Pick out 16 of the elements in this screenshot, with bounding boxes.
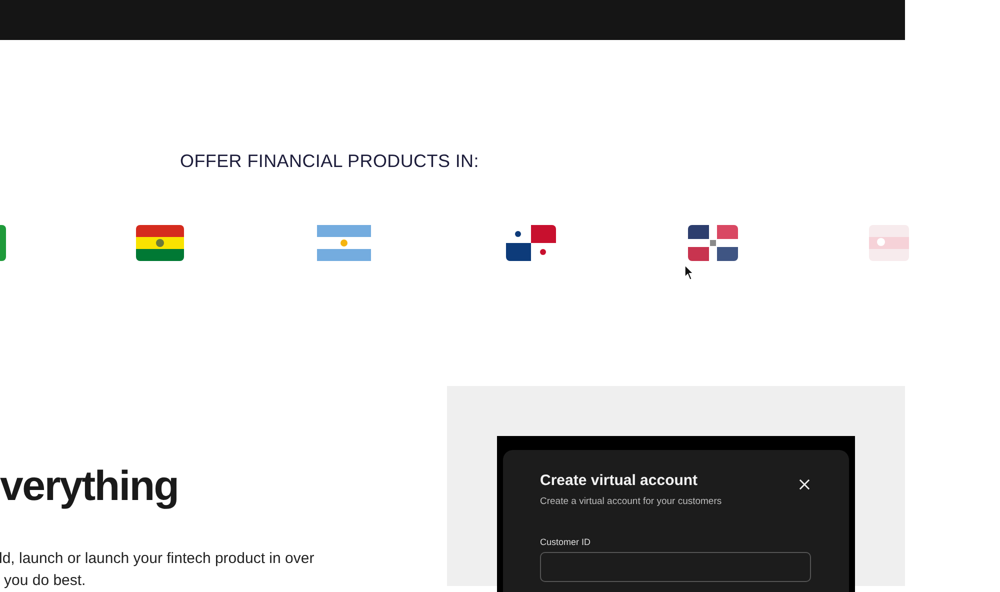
hero-heading: verything (0, 462, 180, 510)
flag-icon (869, 225, 909, 261)
close-icon[interactable] (799, 479, 810, 490)
hero-text: ld, launch or launch your fintech product in over (0, 549, 316, 569)
modal-subtitle: Create a virtual account for your customers (540, 496, 722, 507)
input-field[interactable] (540, 552, 811, 582)
flag-icon (0, 225, 6, 261)
modal-title: Create virtual account (540, 472, 699, 490)
flag-icon (317, 225, 371, 261)
cursor-icon (684, 264, 695, 281)
hero-text: you do best. (4, 571, 87, 591)
field-label: Customer ID (540, 537, 592, 547)
flag-icon (506, 225, 556, 261)
flag-icon (136, 225, 184, 261)
flag-icon (688, 225, 738, 261)
section-heading: OFFER FINANCIAL PRODUCTS IN: (180, 150, 480, 172)
